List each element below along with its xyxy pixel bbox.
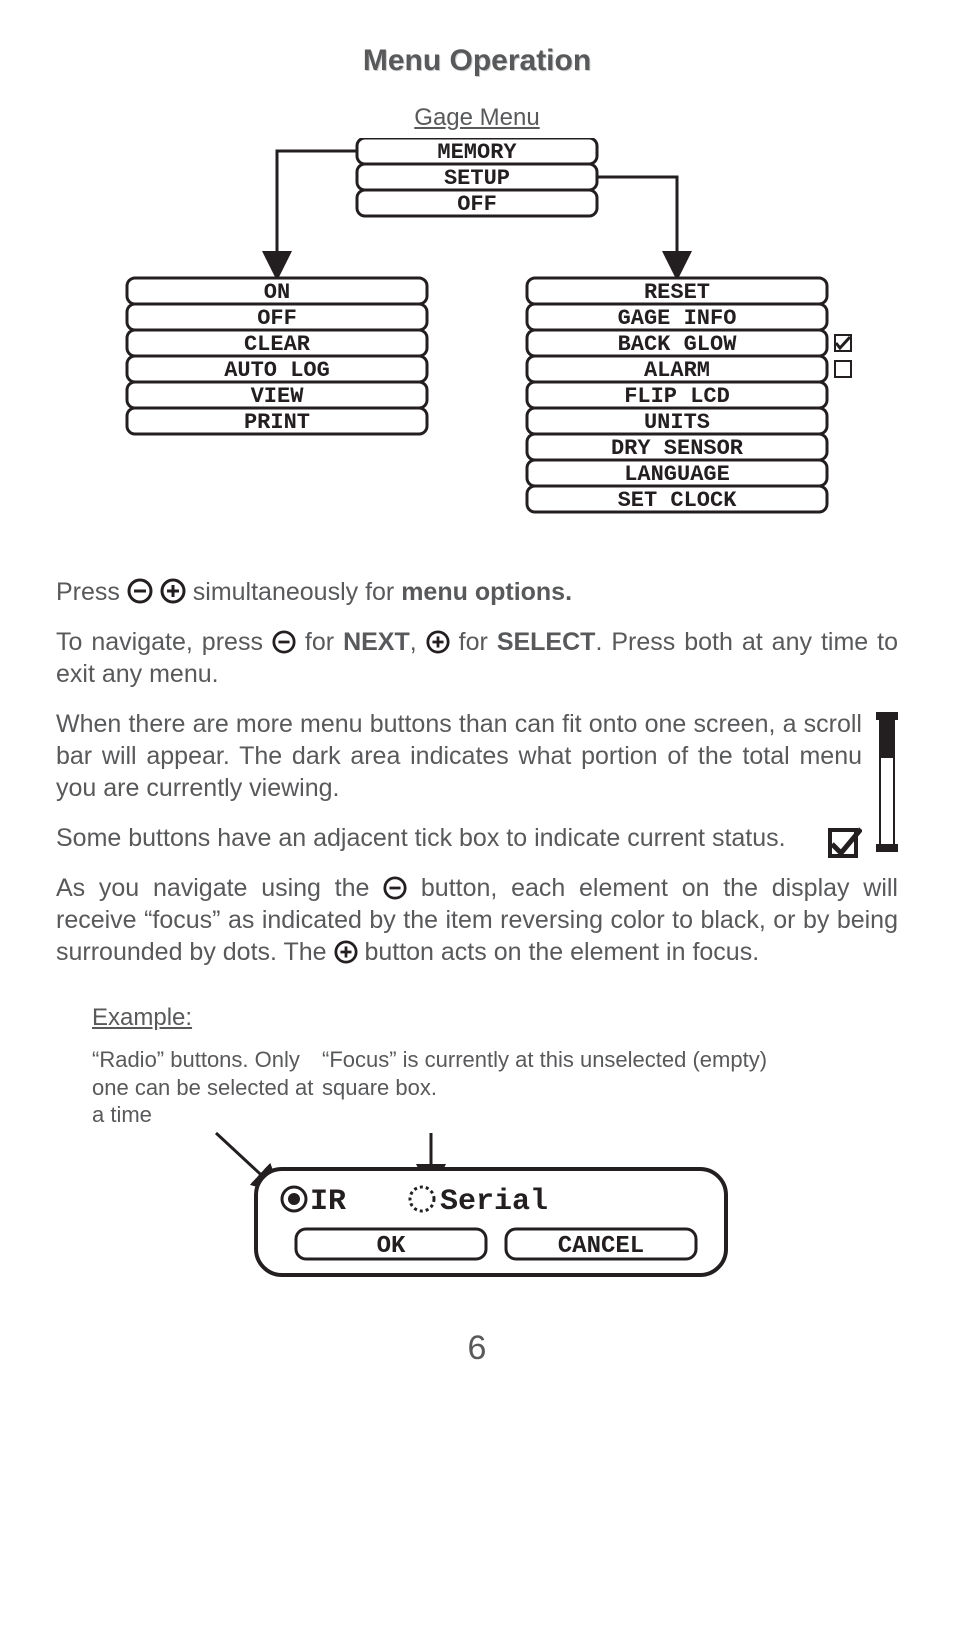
menu-item: FLIP LCD [624,384,730,409]
tickbox-illustration [828,826,862,860]
menu-item: RESET [644,280,710,305]
menu-item: CLEAR [244,332,311,357]
paragraph-navigate: To navigate, press for NEXT, for SELECT.… [56,626,898,690]
page-title: Menu Operation [56,44,898,78]
menu-top-stack: MEMORY SETUP OFF [357,138,597,217]
radio-option-1: IR [310,1185,346,1219]
example-caption-right: “Focus” is currently at this unselected … [322,1046,802,1101]
minus-icon [127,578,153,604]
menu-right-stack: RESETGAGE INFOBACK GLOWALARMFLIP LCDUNIT… [527,278,851,513]
example-caption-left: “Radio” buttons. Only one can be selecte… [92,1046,322,1129]
menu-item: BACK GLOW [618,332,738,357]
menu-item: UNITS [644,410,710,435]
menu-item: PRINT [244,410,310,435]
menu-item: ON [264,280,290,305]
paragraph-tickbox: Some buttons have an adjacent tick box t… [56,822,898,854]
cancel-button-label: CANCEL [558,1233,644,1260]
menu-item: AUTO LOG [224,358,330,383]
menu-item: SETUP [444,166,510,191]
checkbox-icon [835,361,851,377]
plus-icon [426,630,450,654]
ok-button-label: OK [377,1233,406,1260]
menu-item: DRY SENSOR [611,436,744,461]
page-number: 6 [56,1329,898,1368]
menu-item: OFF [257,306,297,331]
scrollbar-illustration [876,712,898,852]
menu-item: VIEW [251,384,305,409]
menu-item: ALARM [644,358,710,383]
menu-item: GAGE INFO [618,306,737,331]
plus-icon [334,940,358,964]
paragraph-focus: As you navigate using the button, each e… [56,872,898,968]
menu-item: MEMORY [437,140,517,165]
menu-left-stack: ONOFFCLEARAUTO LOGVIEWPRINT [127,278,427,435]
example-heading: Example: [92,1004,898,1032]
plus-icon [160,578,186,604]
menu-item: LANGUAGE [624,462,730,487]
menu-tree-diagram: MEMORY SETUP OFF ONOFFCLEARAUTO LOGVIEWP… [56,138,898,558]
menu-item: OFF [457,192,497,217]
paragraph-press-both: Press simultaneously for menu options. [56,576,898,608]
minus-icon [272,630,296,654]
minus-icon [383,876,407,900]
paragraph-scrollbar: When there are more menu buttons than ca… [56,708,898,804]
radio-option-2: Serial [440,1185,548,1219]
menu-item: SET CLOCK [618,488,738,513]
diagram-caption: Gage Menu [56,104,898,132]
